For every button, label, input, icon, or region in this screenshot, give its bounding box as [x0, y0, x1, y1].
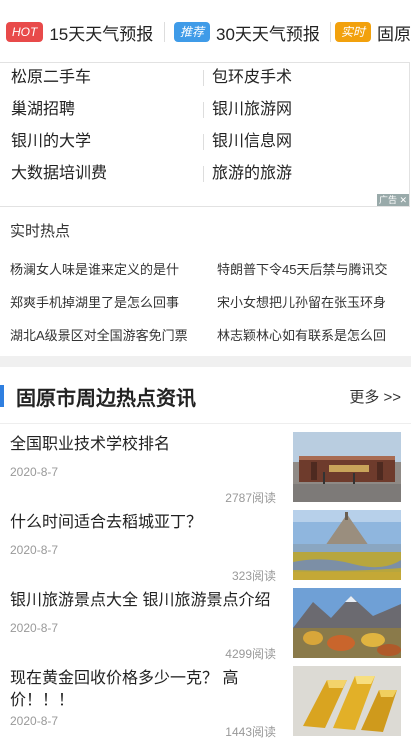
island-castle-photo: [293, 510, 401, 580]
section-spacer: [0, 356, 411, 367]
school-gate-photo: [293, 432, 401, 502]
news-read-count: 323阅读: [231, 569, 276, 583]
news-date: 2020-8-7: [10, 714, 59, 728]
divider: [203, 102, 204, 118]
news-thumbnail[interactable]: [293, 588, 401, 658]
news-item[interactable]: 全国职业技术学校排名 2020-8-7 2787阅读: [0, 432, 411, 512]
section-header: 固原市周边热点资讯 更多 >>: [0, 380, 411, 412]
news-read-count: 4299阅读: [225, 647, 276, 661]
ad-link[interactable]: 银川信息网: [212, 130, 292, 154]
hot-badge: HOT: [6, 22, 44, 42]
top-link-label: 30天天气预报: [216, 24, 320, 44]
realtime-item[interactable]: 郑爽手机掉湖里了是怎么回事: [10, 292, 179, 311]
ad-link[interactable]: 银川的大学: [11, 130, 91, 154]
section-accent-bar: [0, 385, 4, 407]
ad-link[interactable]: 松原二手车: [11, 66, 91, 90]
ad-link[interactable]: 巢湖招聘: [11, 98, 75, 122]
realtime-badge: 实时: [335, 22, 372, 42]
ad-link[interactable]: 包环皮手术: [212, 66, 292, 90]
news-item[interactable]: 银川旅游景点大全 银川旅游景点介绍 2020-8-7 4299阅读: [0, 588, 411, 668]
realtime-item[interactable]: 杨澜女人味是谁来定义的是什: [10, 259, 179, 278]
news-item[interactable]: 现在黄金回收价格多少一克？ 高价！！！ 2020-8-7 1443阅读: [0, 666, 411, 746]
divider: [203, 70, 204, 86]
news-title[interactable]: 银川旅游景点大全 银川旅游景点介绍: [10, 590, 272, 612]
divider: [0, 423, 411, 424]
section-title: 固原市周边热点资讯: [16, 388, 196, 410]
news-title[interactable]: 什么时间适合去稻城亚丁？: [10, 512, 272, 534]
realtime-item[interactable]: 特朗普下令45天后禁与腾讯交: [217, 259, 387, 278]
top-link-30day[interactable]: 推荐 30天天气预报: [174, 19, 320, 45]
divider: [203, 166, 204, 182]
realtime-item[interactable]: 林志颖林心如有联系是怎么回: [217, 325, 386, 344]
divider: [330, 22, 331, 42]
ad-link-box: 松原二手车 巢湖招聘 银川的大学 大数据培训费 包环皮手术 银川旅游网 银川信息…: [0, 62, 410, 207]
recommend-badge: 推荐: [174, 22, 211, 42]
ad-label-text: 广告: [378, 195, 397, 205]
news-read-count: 1443阅读: [225, 725, 276, 739]
top-link-label: 15天天气预报: [49, 24, 154, 44]
ad-label[interactable]: 广告 ✕: [376, 194, 409, 206]
top-link-realtime[interactable]: 实时 固原: [335, 19, 411, 45]
close-icon[interactable]: ✕: [397, 195, 407, 205]
realtime-item[interactable]: 湖北A级景区对全国游客免门票: [10, 325, 188, 344]
ad-link[interactable]: 旅游的旅游: [212, 162, 292, 186]
top-link-bar: HOT 15天天气预报 推荐 30天天气预报 实时 固原: [0, 0, 411, 62]
divider: [164, 22, 165, 42]
realtime-title: 实时热点: [10, 223, 71, 240]
divider: [203, 134, 204, 150]
realtime-item[interactable]: 宋小女想把儿孙留在张玉环身: [217, 292, 386, 311]
news-read-count: 2787阅读: [225, 491, 276, 505]
news-item[interactable]: 什么时间适合去稻城亚丁？ 2020-8-7 323阅读: [0, 510, 411, 590]
top-link-label: 固原: [377, 24, 411, 44]
news-thumbnail[interactable]: [293, 510, 401, 580]
news-title[interactable]: 现在黄金回收价格多少一克？ 高价！！！: [10, 668, 272, 712]
gold-bars-photo: [293, 666, 401, 736]
ad-link[interactable]: 大数据培训费: [11, 162, 107, 186]
news-thumbnail[interactable]: [293, 666, 401, 736]
news-date: 2020-8-7: [10, 543, 59, 557]
top-link-15day[interactable]: HOT 15天天气预报: [6, 19, 153, 45]
mountain-landscape-photo: [293, 588, 401, 658]
news-date: 2020-8-7: [10, 465, 59, 479]
news-thumbnail[interactable]: [293, 432, 401, 502]
news-title[interactable]: 全国职业技术学校排名: [10, 434, 272, 456]
more-link[interactable]: 更多 >>: [349, 386, 401, 407]
news-date: 2020-8-7: [10, 621, 59, 635]
ad-link[interactable]: 银川旅游网: [212, 98, 292, 122]
